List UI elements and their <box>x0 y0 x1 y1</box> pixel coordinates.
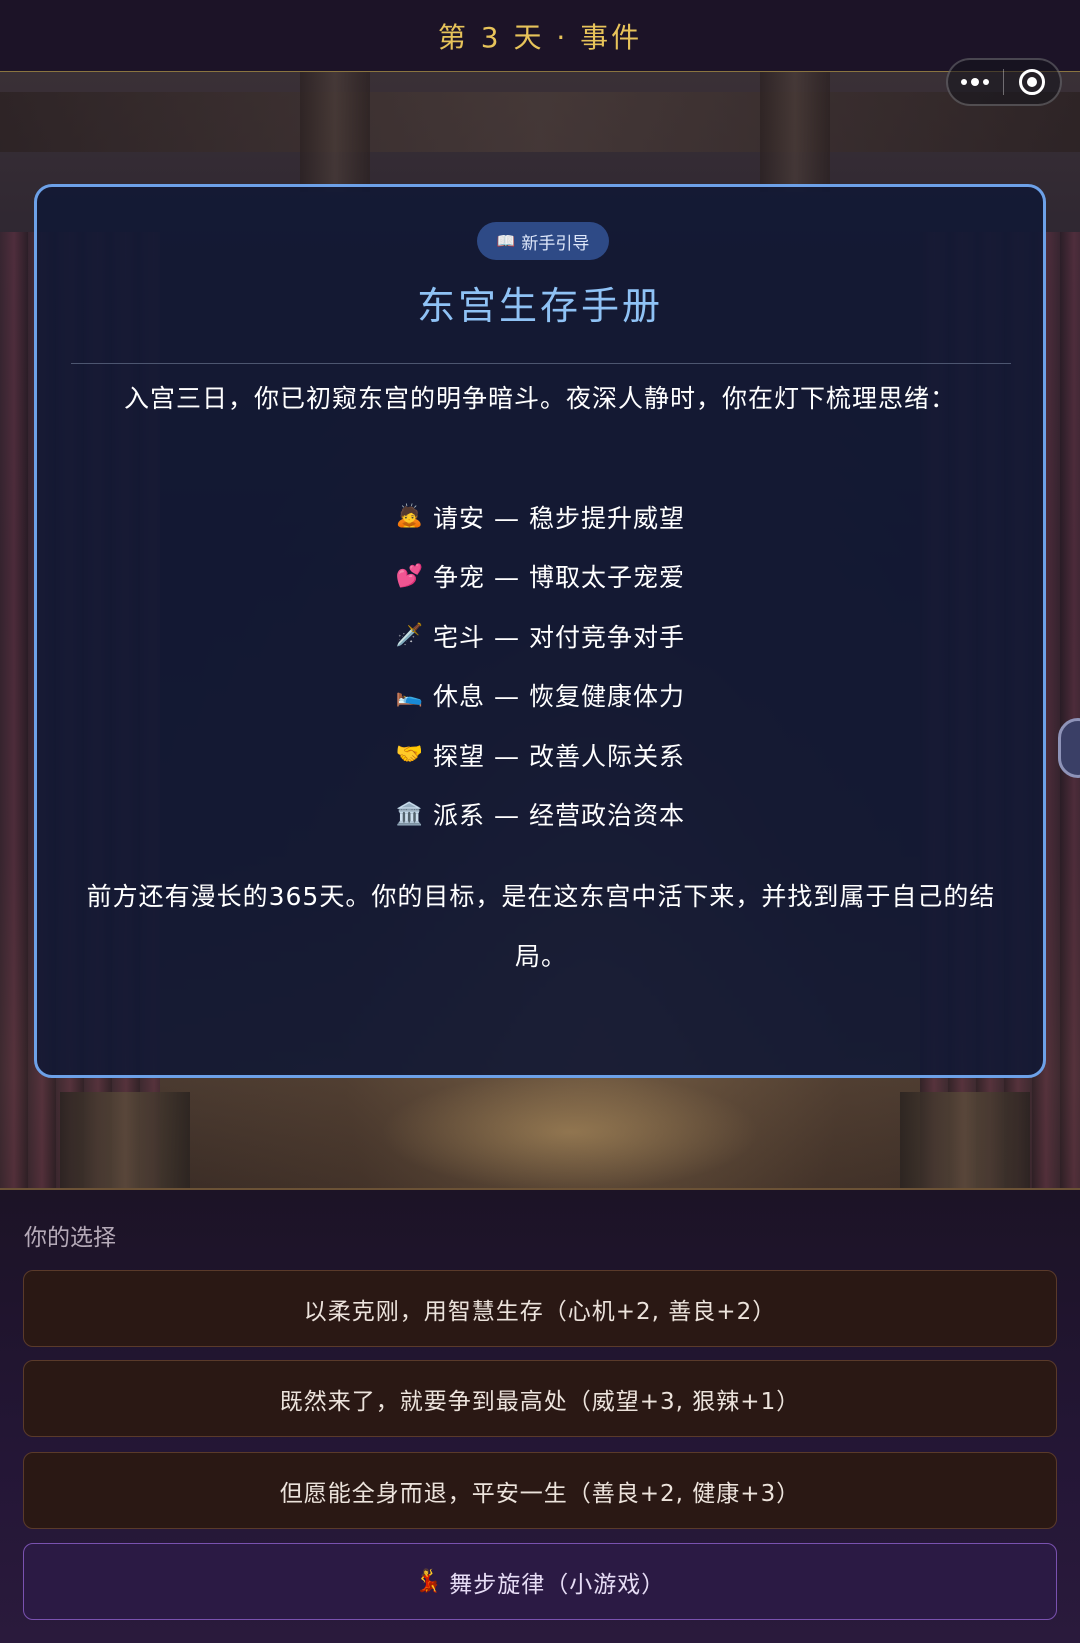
mini-program-capsule <box>946 58 1062 106</box>
ending-text: 前方还有漫长的365天。你的目标，是在这东宫中活下来，并找到属于自己的结局。 <box>86 882 996 971</box>
choice-button-peace[interactable]: 但愿能全身而退，平安一生（善良+2, 健康+3） <box>23 1452 1057 1529</box>
list-item: 🏛️ 派系 — 经营政治资本 <box>37 785 1043 845</box>
title-divider <box>71 363 1011 364</box>
day-event-title: 第 3 天 · 事件 <box>437 20 643 54</box>
side-float-button[interactable] <box>1058 718 1080 778</box>
list-item: 💕 争宠 — 博取太子宠爱 <box>37 547 1043 607</box>
card-title: 东宫生存手册 <box>416 284 663 328</box>
classical-building-icon: 🏛️ <box>395 801 425 827</box>
bowing-person-icon: 🙇 <box>395 504 425 530</box>
badge-label: 新手引导 <box>521 233 590 254</box>
guide-text: 争宠 — 博取太子宠爱 <box>433 563 685 593</box>
intro-text: 入宫三日，你已初窥东宫的明争暗斗。夜深人静时，你在灯下梳理思绪： <box>123 384 956 413</box>
guide-text: 请安 — 稳步提升威望 <box>433 503 685 533</box>
dagger-icon: 🗡️ <box>395 623 425 649</box>
guide-text: 休息 — 恢复健康体力 <box>433 682 685 712</box>
list-item: 🗡️ 宅斗 — 对付竞争对手 <box>37 606 1043 666</box>
target-circle-icon[interactable] <box>1004 60 1060 104</box>
choices-panel: 你的选择 以柔克刚，用智慧生存（心机+2, 善良+2） 既然来了，就要争到最高处… <box>0 1190 1080 1643</box>
choices-label: 你的选择 <box>24 1225 116 1251</box>
tutorial-badge: 📖 新手引导 <box>477 222 609 260</box>
minigame-label: 舞步旋律（小游戏） <box>449 1571 666 1598</box>
guide-text: 宅斗 — 对付竞争对手 <box>433 622 685 652</box>
choice-button-ambition[interactable]: 既然来了，就要争到最高处（威望+3, 狠辣+1） <box>23 1360 1057 1437</box>
guide-text: 探望 — 改善人际关系 <box>433 741 685 771</box>
top-bar: 第 3 天 · 事件 <box>0 0 1080 72</box>
choice-button-wisdom[interactable]: 以柔克刚，用智慧生存（心机+2, 善良+2） <box>23 1270 1057 1347</box>
minigame-button[interactable]: 💃 舞步旋律（小游戏） <box>23 1543 1057 1620</box>
more-dots-icon[interactable] <box>948 60 1003 104</box>
handshake-icon: 🤝 <box>395 742 425 768</box>
guide-text: 派系 — 经营政治资本 <box>433 801 685 831</box>
two-hearts-icon: 💕 <box>395 563 425 589</box>
action-guide-list: 🙇 请安 — 稳步提升威望 💕 争宠 — 博取太子宠爱 🗡️ 宅斗 — 对付竞争… <box>37 487 1043 844</box>
list-item: 🛌 休息 — 恢复健康体力 <box>37 666 1043 726</box>
dancer-icon: 💃 <box>414 1569 444 1594</box>
list-item: 🙇 请安 — 稳步提升威望 <box>37 487 1043 547</box>
bed-icon: 🛌 <box>395 682 425 708</box>
book-icon: 📖 <box>496 232 516 250</box>
list-item: 🤝 探望 — 改善人际关系 <box>37 725 1043 785</box>
tutorial-card: 📖 新手引导 东宫生存手册 入宫三日，你已初窥东宫的明争暗斗。夜深人静时，你在灯… <box>34 184 1046 1078</box>
